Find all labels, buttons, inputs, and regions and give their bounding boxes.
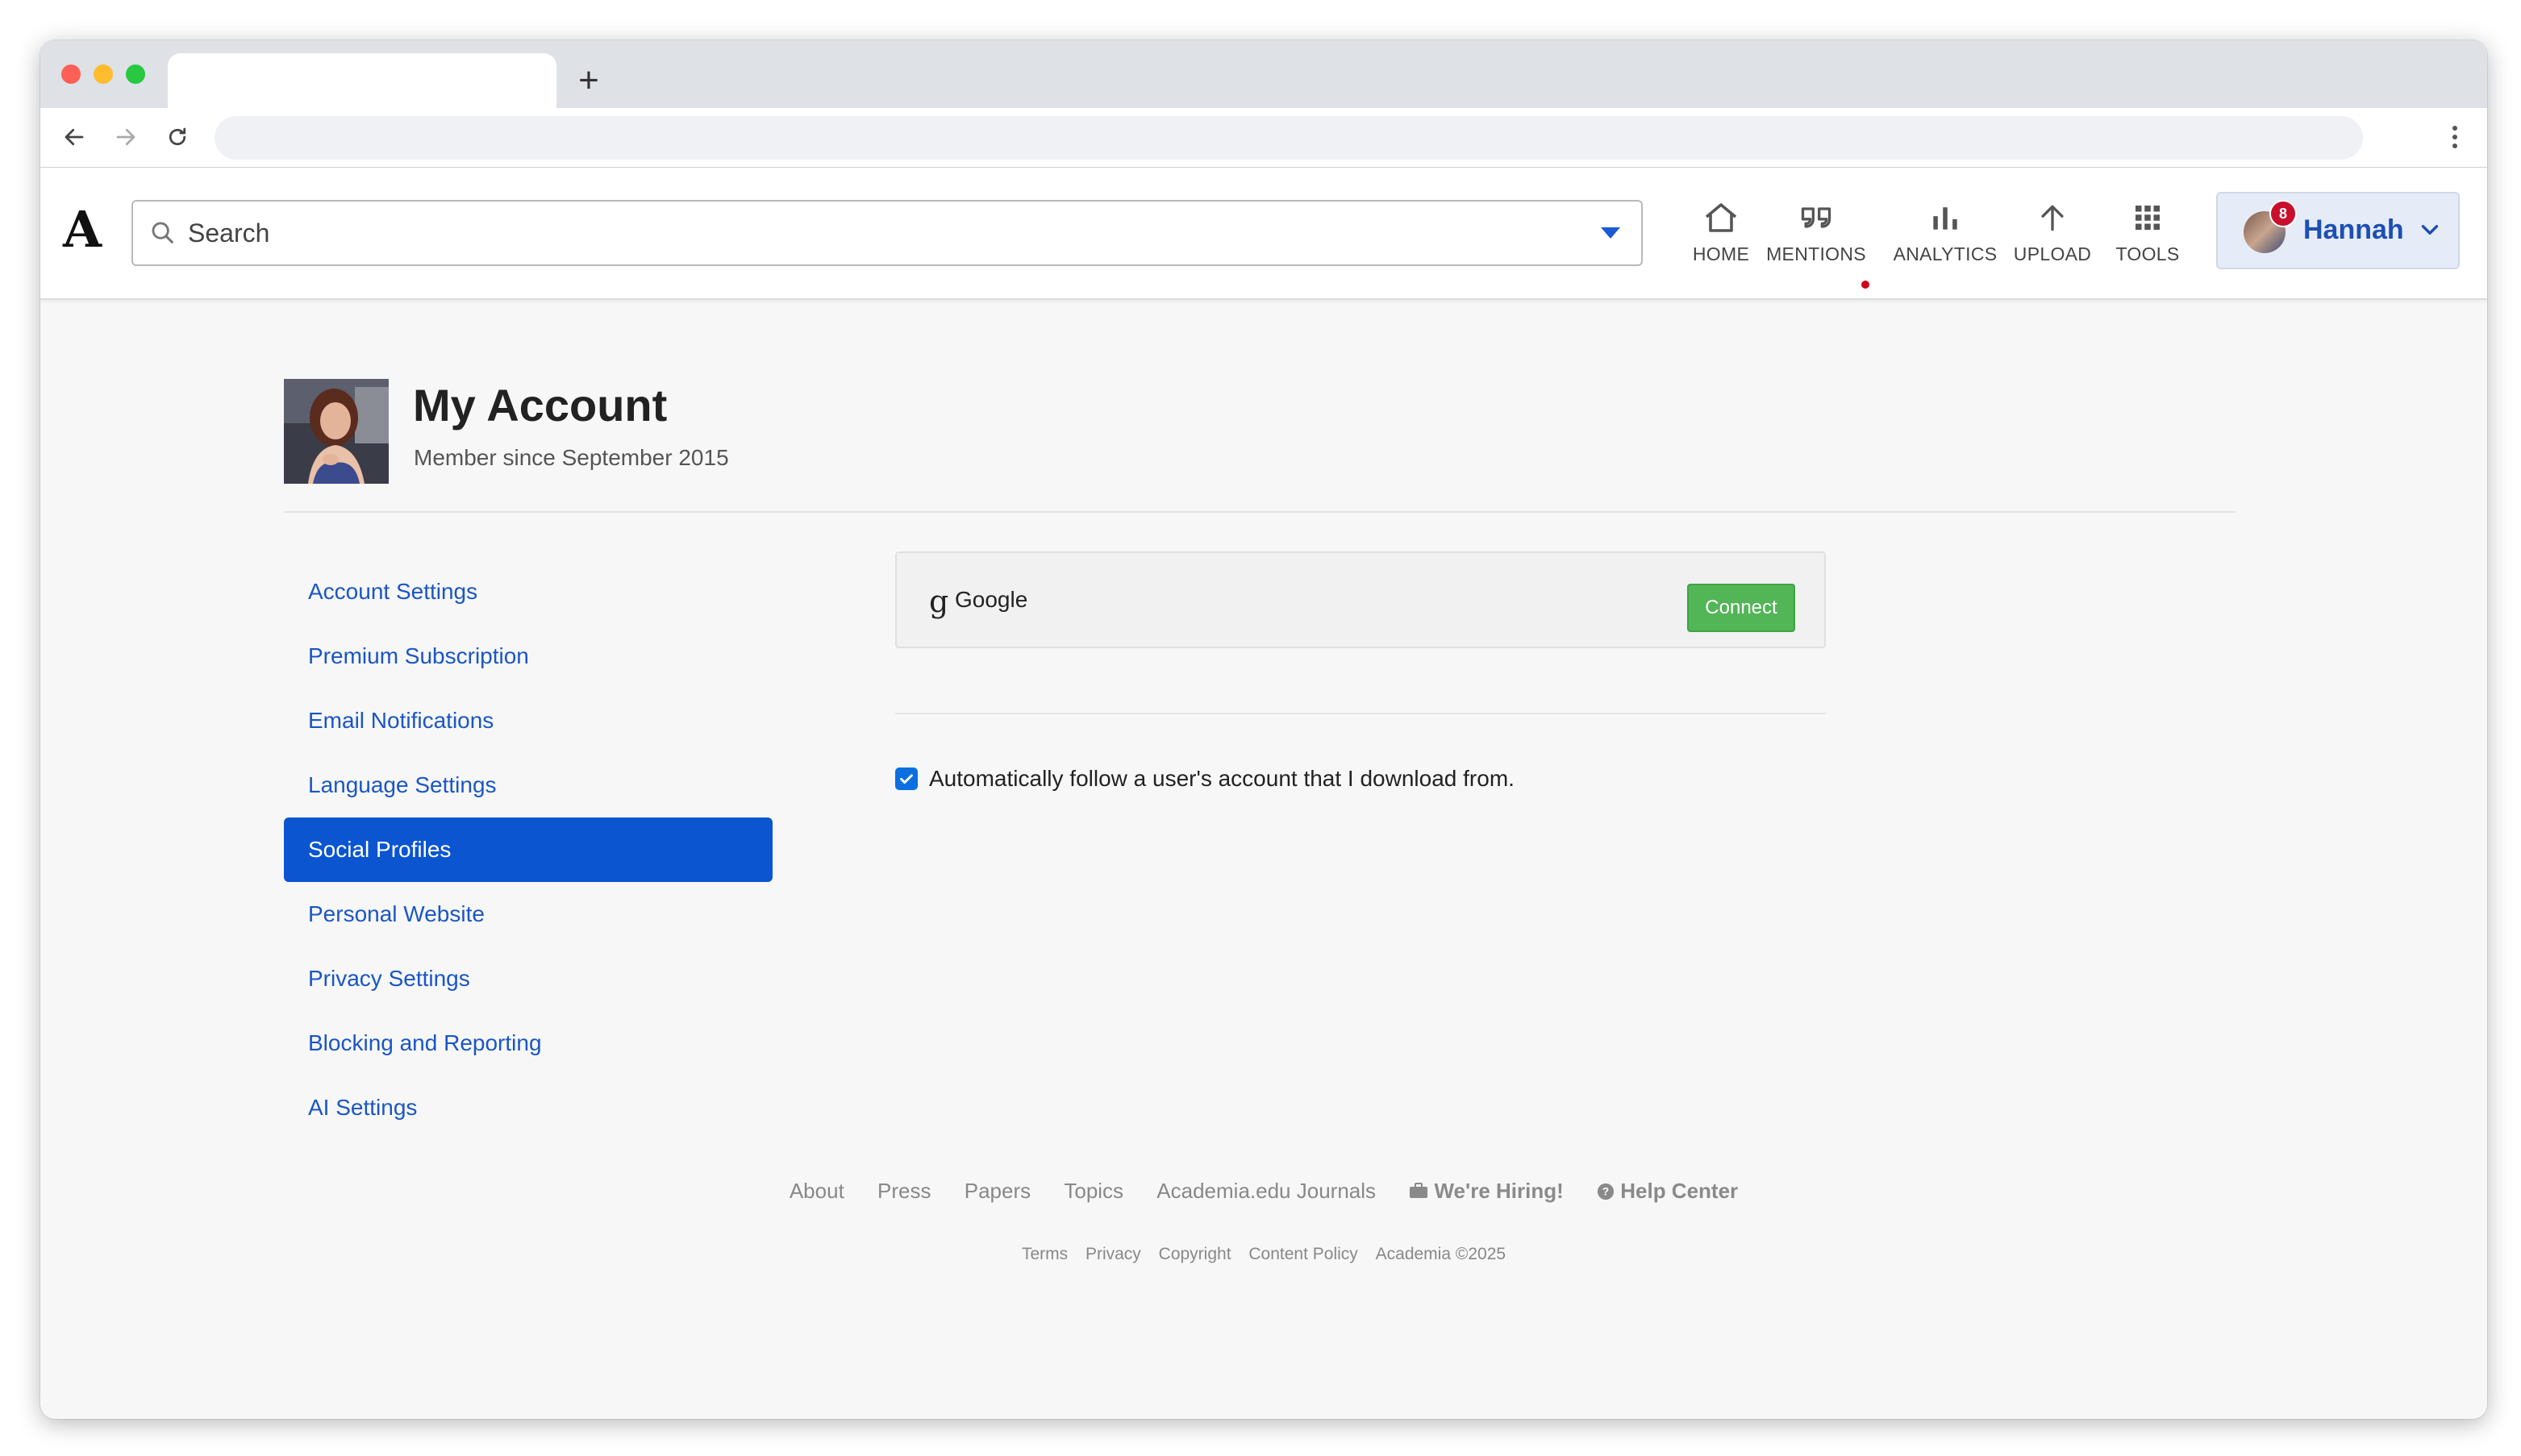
nav-home[interactable]: HOME [1681, 197, 1761, 265]
google-label: Google [955, 587, 1028, 612]
footer-link-about[interactable]: About [790, 1179, 844, 1203]
browser-tab[interactable] [168, 53, 556, 108]
search-input[interactable] [188, 210, 1559, 256]
search-box[interactable] [131, 200, 1643, 266]
nav-home-label: HOME [1692, 243, 1750, 264]
nav-upload-label: UPLOAD [2013, 243, 2092, 264]
browser-menu-icon[interactable] [2447, 119, 2463, 155]
new-tab-button[interactable]: + [573, 58, 605, 103]
section-divider [895, 713, 1826, 714]
footer-link-terms[interactable]: Terms [1022, 1245, 1068, 1263]
connect-google-button[interactable]: Connect [1687, 584, 1795, 632]
nav-mentions[interactable]: MENTIONS [1760, 197, 1873, 265]
checkmark-icon [900, 774, 913, 784]
minimize-window-button[interactable] [94, 64, 113, 84]
arrow-left-icon [65, 128, 84, 146]
footer-hiring-label: We're Hiring! [1434, 1179, 1564, 1203]
svg-text:?: ? [1602, 1186, 1609, 1198]
notification-badge: 8 [2269, 200, 2297, 227]
auto-follow-option[interactable]: Automatically follow a user's account th… [895, 766, 1515, 792]
forward-button[interactable] [106, 118, 145, 156]
profile-photo[interactable] [284, 379, 389, 484]
chevron-down-icon [2421, 225, 2439, 235]
academia-logo[interactable]: A [63, 200, 102, 259]
google-connection-card: g Google Connect [895, 551, 1826, 648]
search-dropdown-icon[interactable] [1601, 227, 1620, 239]
reload-icon [169, 127, 186, 146]
footer-link-help[interactable]: ? Help Center [1597, 1179, 1738, 1203]
bar-chart-icon [1933, 207, 1957, 230]
sidebar-item-privacy-settings[interactable]: Privacy Settings [284, 946, 773, 1011]
help-icon: ? [1597, 1183, 1615, 1200]
footer-link-journals[interactable]: Academia.edu Journals [1156, 1179, 1376, 1203]
arrow-right-icon [116, 128, 135, 146]
reload-button[interactable] [158, 118, 197, 156]
header-divider [284, 511, 2236, 513]
arrow-up-icon [2041, 205, 2064, 231]
home-icon [1705, 203, 1737, 232]
nav-mentions-label: MENTIONS [1766, 243, 1866, 264]
footer-legal-links: Terms Privacy Copyright Content Policy A… [40, 1245, 2487, 1264]
quote-icon [1801, 207, 1831, 228]
user-menu-button[interactable]: 8 Hannah [2216, 192, 2460, 269]
user-name: Hannah [2303, 214, 2404, 245]
close-window-button[interactable] [61, 64, 81, 84]
nav-tools-label: TOOLS [2115, 243, 2180, 264]
settings-sidebar: Account Settings Premium Subscription Em… [284, 560, 773, 1140]
nav-analytics[interactable]: ANALYTICS [1881, 197, 2010, 265]
footer-link-press[interactable]: Press [877, 1179, 931, 1203]
footer-link-privacy[interactable]: Privacy [1085, 1245, 1141, 1263]
sidebar-item-email-notifications[interactable]: Email Notifications [284, 688, 773, 753]
maximize-window-button[interactable] [126, 64, 145, 84]
footer-copyright-notice: Academia ©2025 [1375, 1245, 1506, 1263]
sidebar-item-social-profiles[interactable]: Social Profiles [284, 817, 773, 882]
search-icon [152, 222, 173, 243]
site-header: A HOME MENTIONS ANALYTICS [40, 168, 2487, 300]
footer-link-papers[interactable]: Papers [965, 1179, 1031, 1203]
footer-link-copyright[interactable]: Copyright [1159, 1245, 1231, 1263]
sidebar-item-premium-subscription[interactable]: Premium Subscription [284, 624, 773, 688]
grid-icon [2136, 206, 2160, 230]
footer-link-topics[interactable]: Topics [1064, 1179, 1123, 1203]
google-icon: g [929, 584, 949, 619]
browser-window: + A HOME [40, 40, 2487, 1419]
nav-tools[interactable]: TOOLS [2110, 197, 2186, 265]
sidebar-item-account-settings[interactable]: Account Settings [284, 560, 773, 624]
footer-link-hiring[interactable]: We're Hiring! [1409, 1179, 1569, 1203]
footer-links: About Press Papers Topics Academia.edu J… [40, 1179, 2487, 1204]
briefcase-icon [1410, 1183, 1428, 1198]
back-button[interactable] [55, 118, 94, 156]
nav-analytics-label: ANALYTICS [1893, 243, 1998, 264]
nav-upload[interactable]: UPLOAD [2008, 197, 2097, 265]
auto-follow-label: Automatically follow a user's account th… [929, 766, 1515, 791]
auto-follow-checkbox[interactable] [895, 768, 918, 790]
sidebar-item-language-settings[interactable]: Language Settings [284, 753, 773, 817]
browser-toolbar [40, 108, 2487, 168]
sidebar-item-personal-website[interactable]: Personal Website [284, 882, 773, 946]
mentions-alert-dot [1861, 281, 1869, 289]
footer-link-content-policy[interactable]: Content Policy [1248, 1245, 1357, 1263]
page-title: My Account [413, 380, 668, 431]
footer-help-label: Help Center [1620, 1179, 1739, 1203]
sidebar-item-blocking-and-reporting[interactable]: Blocking and Reporting [284, 1011, 773, 1075]
member-since: Member since September 2015 [414, 445, 729, 470]
address-bar[interactable] [215, 116, 2363, 160]
sidebar-item-ai-settings[interactable]: AI Settings [284, 1075, 773, 1140]
tab-strip: + [40, 40, 2487, 108]
profile-photo-image [284, 379, 389, 484]
